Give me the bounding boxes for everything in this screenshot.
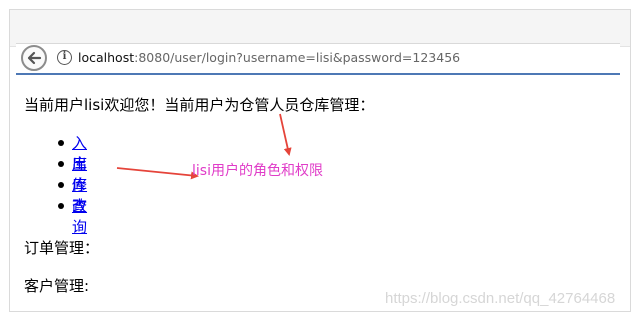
annotation-label: lisi用户的角色和权限 bbox=[192, 163, 323, 179]
watermark: https://blog.csdn.net/qq_42764468 bbox=[385, 290, 616, 307]
arrow-to-menu bbox=[116, 167, 199, 180]
arrow-to-role bbox=[279, 113, 292, 156]
